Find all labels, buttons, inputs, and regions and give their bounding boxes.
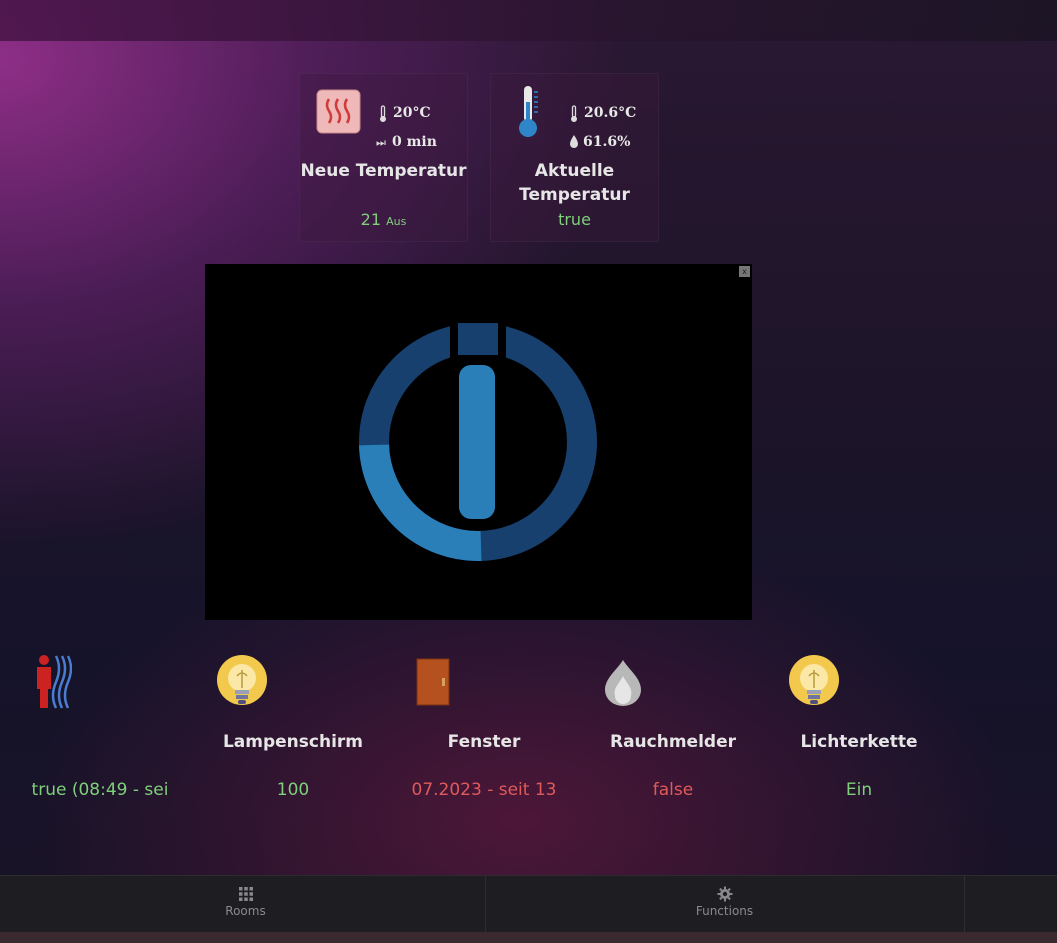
top-bar bbox=[0, 0, 1057, 41]
thermostat-card[interactable]: 20°C ⏭ 0 min Neue Temperatur 21 Aus bbox=[299, 73, 468, 242]
card-title: Aktuelle Temperatur bbox=[519, 161, 630, 205]
device-value: false bbox=[652, 780, 694, 800]
humidity-icon bbox=[570, 135, 578, 148]
nav-label: Functions bbox=[695, 904, 754, 918]
set-temperature: 20°C bbox=[393, 105, 431, 121]
device-card-lampenschirm[interactable]: Lampenschirm 100 bbox=[209, 640, 377, 808]
grid-icon bbox=[238, 887, 253, 901]
setpoint-value: 21 bbox=[360, 210, 382, 229]
nav-rooms-button[interactable]: Rooms bbox=[6, 876, 486, 933]
card-value: true bbox=[558, 210, 591, 229]
device-value: 100 bbox=[276, 780, 310, 800]
card-title: Neue Temperatur bbox=[300, 161, 467, 181]
card-value: 21 Aus bbox=[300, 210, 467, 229]
device-value: true (08:49 - sei bbox=[31, 780, 169, 800]
fire-icon bbox=[605, 660, 641, 706]
device-value: Ein bbox=[845, 780, 873, 800]
humidity-value: 61.6% bbox=[583, 134, 631, 150]
boost-duration: 0 min bbox=[392, 134, 437, 150]
device-card-lichterkette[interactable]: Lichterkette Ein bbox=[775, 640, 943, 808]
setpoint-mode: Aus bbox=[386, 215, 407, 228]
device-label: Rauchmelder bbox=[610, 732, 736, 752]
device-label: Lampenschirm bbox=[222, 732, 364, 752]
device-label: Lichterkette bbox=[800, 732, 918, 752]
climate-card[interactable]: 20.6°C 61.6% Aktuelle Temperatur true bbox=[490, 73, 659, 242]
bulb-icon bbox=[789, 655, 839, 705]
device-card-motion[interactable]: true (08:49 - sei bbox=[16, 640, 184, 808]
bottom-nav: Rooms Functions bbox=[0, 875, 1057, 933]
current-temperature: 20.6°C bbox=[584, 105, 637, 121]
thermometer-small-icon bbox=[571, 105, 577, 122]
motion-sensor-icon bbox=[37, 655, 72, 709]
door-icon bbox=[416, 658, 450, 706]
iobroker-logo bbox=[359, 321, 597, 562]
thermometer-icon bbox=[519, 86, 538, 137]
fast-forward-icon: ⏭ bbox=[376, 136, 386, 149]
thermometer-small-icon bbox=[380, 105, 386, 122]
heater-icon bbox=[316, 89, 361, 134]
nav-label: Rooms bbox=[225, 904, 266, 918]
device-card-fenster[interactable]: Fenster 07.2023 - seit 13 bbox=[400, 640, 568, 808]
nav-functions-button[interactable]: Functions bbox=[485, 876, 965, 933]
device-label: Fenster bbox=[447, 732, 521, 752]
device-value: 07.2023 - seit 13 bbox=[411, 780, 557, 800]
video-player[interactable]: x bbox=[205, 264, 752, 620]
close-button[interactable]: x bbox=[739, 266, 750, 277]
device-card-rauchmelder[interactable]: Rauchmelder false bbox=[589, 640, 757, 808]
gear-icon bbox=[717, 886, 732, 902]
bulb-icon bbox=[217, 655, 267, 705]
taskbar-strip bbox=[0, 932, 1057, 943]
